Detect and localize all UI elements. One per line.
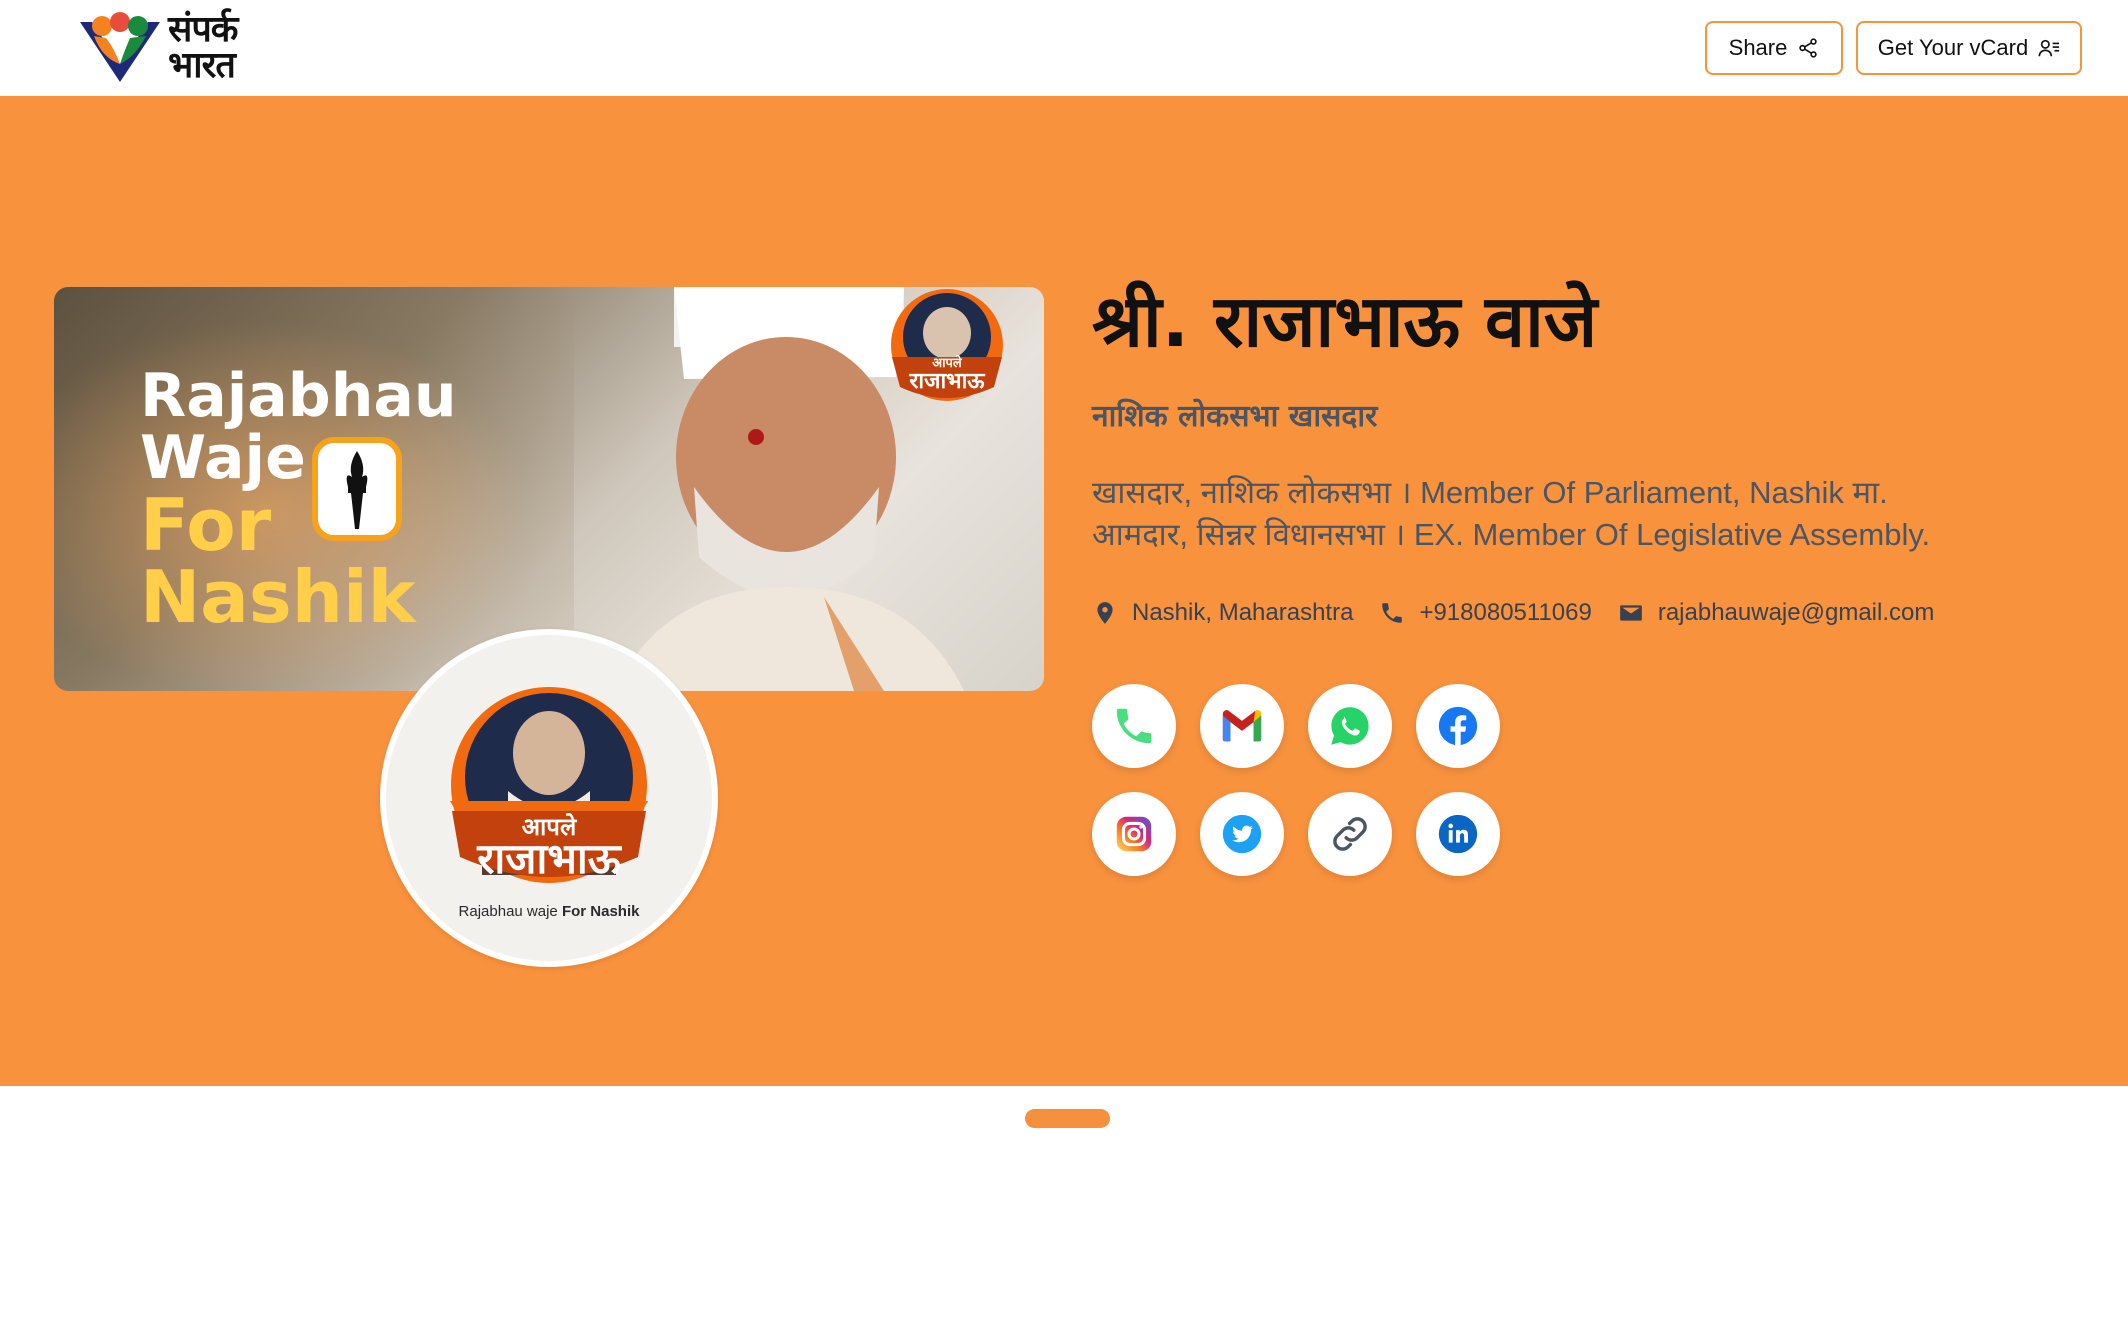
share-button-label: Share bbox=[1728, 35, 1788, 60]
twitter-button[interactable] bbox=[1200, 792, 1284, 876]
twitter-icon bbox=[1222, 814, 1262, 854]
location-item: Nashik, Maharashtra bbox=[1092, 599, 1353, 627]
location-text: Nashik, Maharashtra bbox=[1132, 599, 1354, 626]
gmail-button[interactable] bbox=[1200, 684, 1284, 768]
whatsapp-icon bbox=[1331, 707, 1369, 745]
phone-icon bbox=[1116, 708, 1152, 744]
svg-text:राजाभाऊ: राजाभाऊ bbox=[476, 834, 623, 883]
caption-bold: For Nashik bbox=[561, 903, 640, 920]
logo-line-1: संपर्क bbox=[168, 9, 238, 50]
banner-line-2: Waje bbox=[140, 423, 306, 493]
phone-item[interactable]: +918080511069 bbox=[1379, 599, 1592, 627]
gmail-icon bbox=[1222, 710, 1262, 742]
share-icon bbox=[1799, 38, 1818, 58]
banner-headline: Rajabhau Waje For Nashik bbox=[140, 365, 457, 633]
sampark-bharat-logo[interactable]: संपर्क भारत bbox=[76, 8, 256, 88]
logo-wordmark: संपर्क भारत bbox=[168, 9, 238, 86]
instagram-button[interactable] bbox=[1092, 792, 1176, 876]
linkedin-button[interactable] bbox=[1416, 792, 1500, 876]
call-button[interactable] bbox=[1092, 684, 1176, 768]
banner-line-4: Nashik bbox=[140, 555, 416, 639]
profile-name: श्री. राजाभाऊ वाजे bbox=[1092, 279, 1598, 363]
banner-line-3: For bbox=[140, 483, 272, 567]
website-link-button[interactable] bbox=[1308, 792, 1392, 876]
contact-details: Nashik, Maharashtra +918080511069 rajabh… bbox=[1092, 592, 1960, 634]
location-pin-icon bbox=[1097, 602, 1113, 624]
vcard-button-label: Get Your vCard bbox=[1877, 35, 2029, 60]
carousel-indicator[interactable] bbox=[1025, 1109, 1110, 1128]
torch-symbol-icon bbox=[312, 437, 402, 541]
svg-text:राजाभाऊ: राजाभाऊ bbox=[908, 369, 985, 394]
share-button[interactable]: Share bbox=[1705, 21, 1843, 75]
logo-mark-icon bbox=[80, 12, 160, 82]
description-line-2: आमदार, सिन्नर विधानसभा । EX. Member Of L… bbox=[1092, 517, 1931, 552]
get-vcard-button[interactable]: Get Your vCard bbox=[1856, 21, 2082, 75]
whatsapp-button[interactable] bbox=[1308, 684, 1392, 768]
banner-line-1: Rajabhau bbox=[140, 361, 457, 431]
top-navbar: संपर्क भारत Share Get Your vCard bbox=[0, 0, 2128, 96]
caption-prefix: Rajabhau waje bbox=[458, 903, 562, 920]
email-item[interactable]: rajabhauwaje@gmail.com bbox=[1618, 599, 1935, 627]
link-icon bbox=[1333, 817, 1367, 851]
email-text: rajabhauwaje@gmail.com bbox=[1657, 599, 1935, 626]
profile-hero-section: Rajabhau Waje For Nashik आपले राजाभाऊ आप… bbox=[0, 96, 2128, 1086]
profile-subtitle: नाशिक लोकसभा खासदार bbox=[1092, 399, 1378, 434]
phone-text: +918080511069 bbox=[1419, 599, 1592, 626]
description-line-1: खासदार, नाशिक लोकसभा । Member Of Parliam… bbox=[1092, 475, 1888, 510]
profile-description: खासदार, नाशिक लोकसभा । Member Of Parliam… bbox=[1092, 472, 2052, 556]
linkedin-icon bbox=[1438, 814, 1478, 854]
facebook-icon bbox=[1438, 706, 1478, 746]
profile-caption: Rajabhau waje For Nashik bbox=[386, 903, 712, 920]
email-icon bbox=[1620, 605, 1642, 621]
phone-icon bbox=[1382, 603, 1403, 623]
contact-card-icon bbox=[2038, 39, 2060, 57]
logo-line-2: भारत bbox=[168, 45, 236, 86]
aple-rajabhau-badge-small: आपले राजाभाऊ bbox=[891, 289, 1003, 401]
profile-avatar[interactable]: आपले राजाभाऊ Rajabhau waje For Nashik bbox=[380, 629, 718, 967]
facebook-button[interactable] bbox=[1416, 684, 1500, 768]
instagram-icon bbox=[1116, 816, 1152, 852]
